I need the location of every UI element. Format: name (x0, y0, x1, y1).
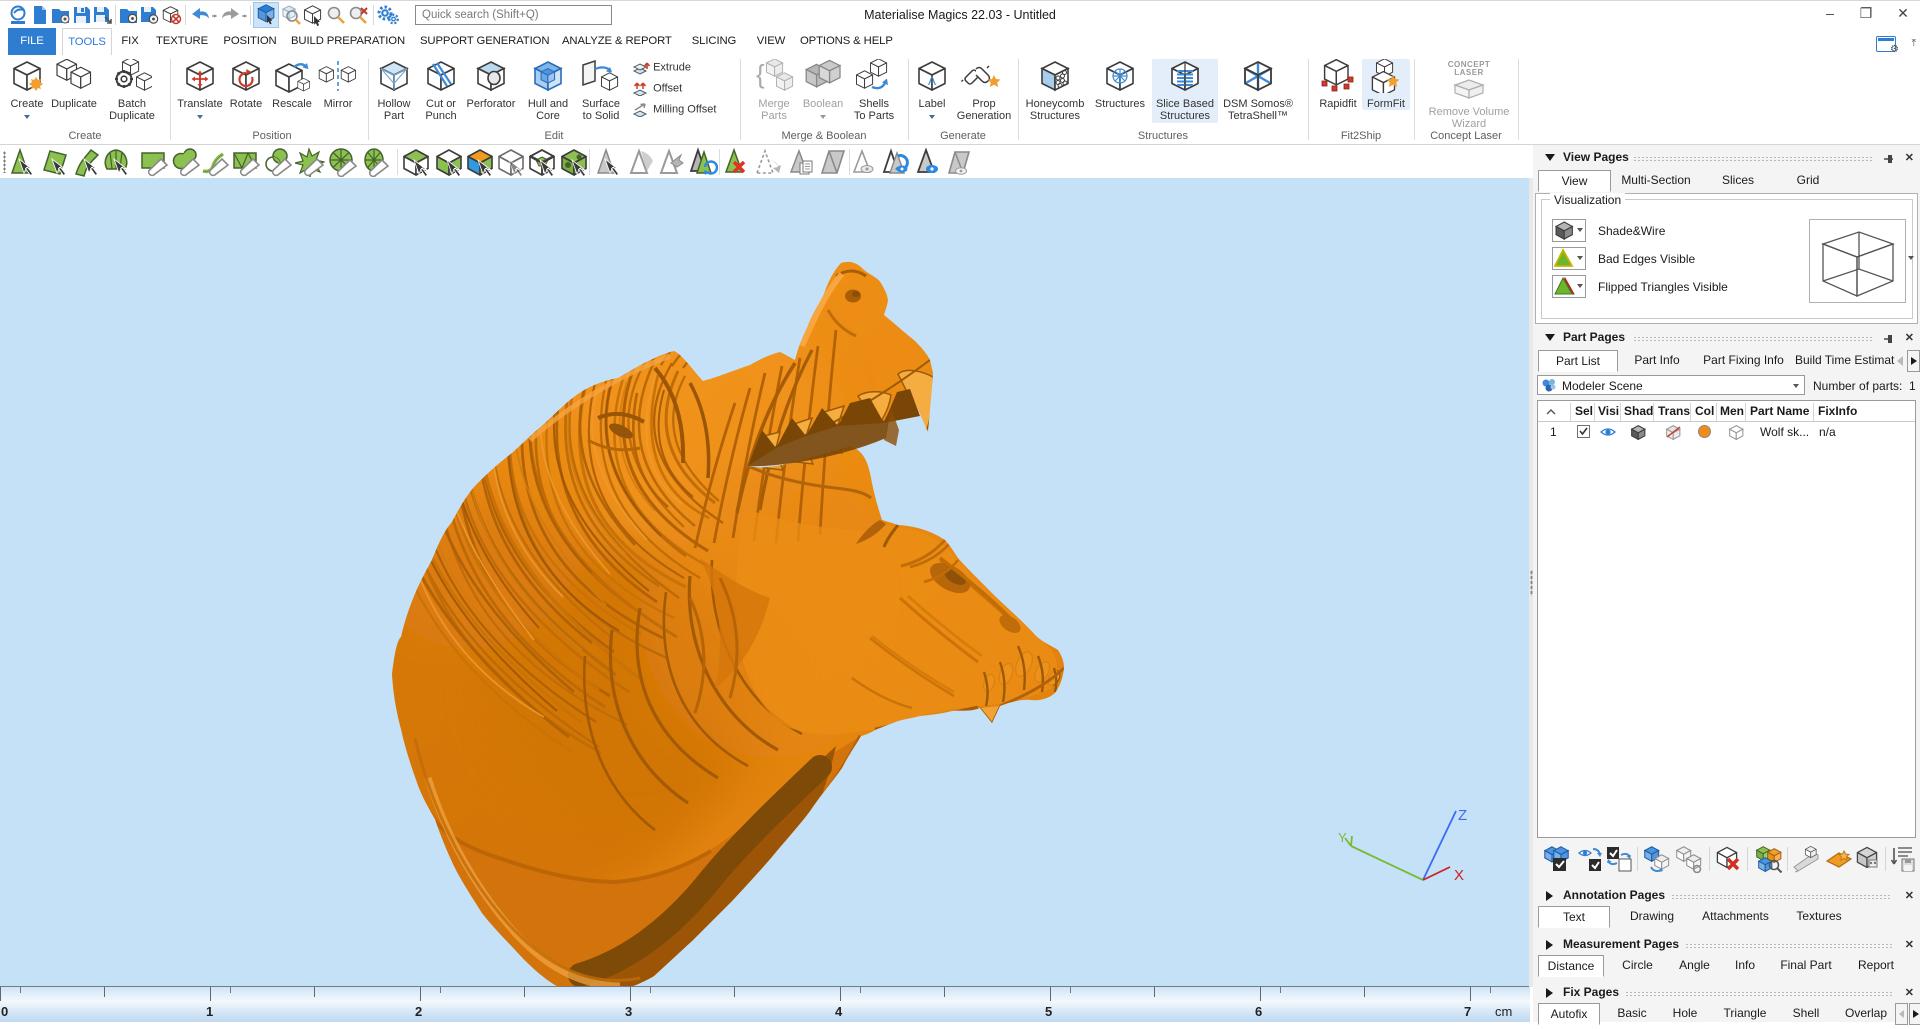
svg-text:X: X (1454, 867, 1464, 884)
svg-text:{: { (756, 59, 765, 89)
svg-text:Z: Z (1458, 807, 1467, 824)
svg-text:A: A (928, 74, 936, 88)
svg-text:Y: Y (1338, 830, 1347, 845)
